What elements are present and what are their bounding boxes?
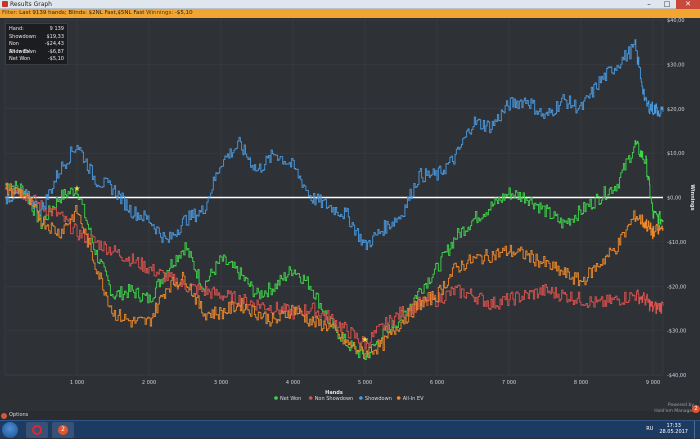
language-indicator[interactable]: RU	[646, 426, 653, 432]
y-tick-label: -$20,00	[667, 284, 686, 290]
legend-swatch	[274, 396, 278, 400]
system-tray: RU 17:33 28.05.2017	[646, 423, 688, 435]
stat-label: Non Showdown	[9, 41, 36, 55]
bottom-bar	[0, 411, 700, 420]
taskbar-opera[interactable]	[26, 422, 48, 438]
stat-value: -$6,87	[47, 48, 64, 55]
x-tick-label: 3 000	[214, 380, 228, 386]
close-button[interactable]: ✕	[676, 0, 700, 9]
hm2-icon: 2	[58, 425, 68, 435]
filter-bar: Filter: Last 9139 hands; Blinds: $2NL Fa…	[0, 9, 700, 18]
y-axis-title: Winnings	[689, 184, 695, 210]
y-tick-label: $20,00	[667, 107, 685, 113]
app-icon	[2, 1, 8, 7]
maximize-button[interactable]: □	[658, 0, 676, 9]
show-desktop-button[interactable]	[694, 421, 700, 439]
legend-swatch	[308, 396, 313, 400]
x-tick-label: 7 000	[502, 380, 516, 386]
stat-label: Hand:	[9, 26, 24, 32]
x-tick-label: 1 000	[70, 380, 84, 386]
taskbar-hm2[interactable]: 2	[52, 422, 74, 438]
brand-text: Powered by Hold'em Manager	[654, 403, 694, 414]
legend-label: Showdown	[365, 396, 392, 402]
stat-value: $19,33	[46, 33, 65, 40]
y-tick-label: $30,00	[667, 62, 685, 68]
y-tick-label: $0,00	[667, 196, 681, 202]
clock[interactable]: 17:33 28.05.2017	[659, 423, 688, 435]
stat-row-allin-ev: All-In EV -$6,87	[9, 49, 64, 57]
window-title: Results Graph	[10, 1, 52, 8]
options-icon	[1, 412, 7, 419]
legend-label: All-In EV	[403, 396, 424, 402]
stat-value: -$5,10	[47, 56, 64, 62]
opera-icon	[32, 425, 42, 435]
filter-label: Filter:	[2, 10, 18, 16]
winnings-value: -$5,10	[174, 10, 193, 16]
y-tick-label: $10,00	[667, 151, 685, 157]
stat-label: Showdown	[9, 33, 36, 40]
x-tick-label: 4 000	[286, 380, 300, 386]
start-button[interactable]	[2, 422, 18, 438]
options-label: Options	[9, 412, 29, 418]
stat-value: 9 139	[49, 26, 64, 32]
legend-swatch	[359, 396, 363, 400]
x-tick-label: 8 000	[574, 380, 588, 386]
options-button[interactable]: Options	[1, 412, 28, 419]
legend-label: Net Won	[280, 396, 301, 402]
hm2-logo-icon: 2	[692, 405, 700, 413]
stat-row-hands: Hand: 9 139	[9, 26, 64, 34]
minimize-button[interactable]: –	[640, 0, 658, 9]
x-tick-label: 5 000	[358, 380, 372, 386]
stat-value: -$24,43	[44, 41, 64, 47]
y-tick-label: $40,00	[667, 18, 685, 24]
clock-date: 28.05.2017	[659, 429, 688, 435]
stat-label: Net Won	[9, 56, 31, 62]
stats-panel: Hand: 9 139 Showdown $19,33 Non Showdown -$…	[5, 23, 68, 65]
legend-label: Non Showdown	[315, 396, 354, 402]
marker-star: ★	[73, 184, 80, 193]
winnings-label: Winnings:	[146, 10, 174, 16]
marker-star: ★	[361, 335, 368, 344]
x-tick-label: 2 000	[142, 380, 156, 386]
stat-label: All-In EV	[9, 48, 30, 55]
stat-row-showdown: Showdown $19,33	[9, 34, 64, 42]
taskbar: 2 RU 17:33 28.05.2017	[0, 420, 700, 439]
stat-row-net-won: Net Won -$5,10	[9, 56, 64, 64]
title-bar[interactable]: Results Graph – □ ✕	[0, 0, 700, 9]
results-graph-window: Results Graph – □ ✕ Filter: Last 9139 ha…	[0, 0, 700, 420]
stat-row-non-showdown: Non Showdown -$24,43	[9, 41, 64, 55]
y-tick-label: -$40,00	[667, 373, 686, 379]
results-chart[interactable]: $40,00 $30,00 $20,00 $10,00 $0,00 -$10,00 -$20…	[0, 18, 700, 413]
x-tick-label: 9 000	[646, 380, 660, 386]
legend-swatch	[396, 396, 401, 400]
y-tick-label: -$10,00	[667, 240, 686, 246]
filter-text: Last 9139 hands; Blinds: $2NL Fast,$5NL …	[19, 10, 145, 16]
brand-line2: Hold'em Manager	[654, 408, 694, 414]
x-tick-label: 6 000	[430, 380, 444, 386]
y-tick-label: -$30,00	[667, 329, 686, 335]
